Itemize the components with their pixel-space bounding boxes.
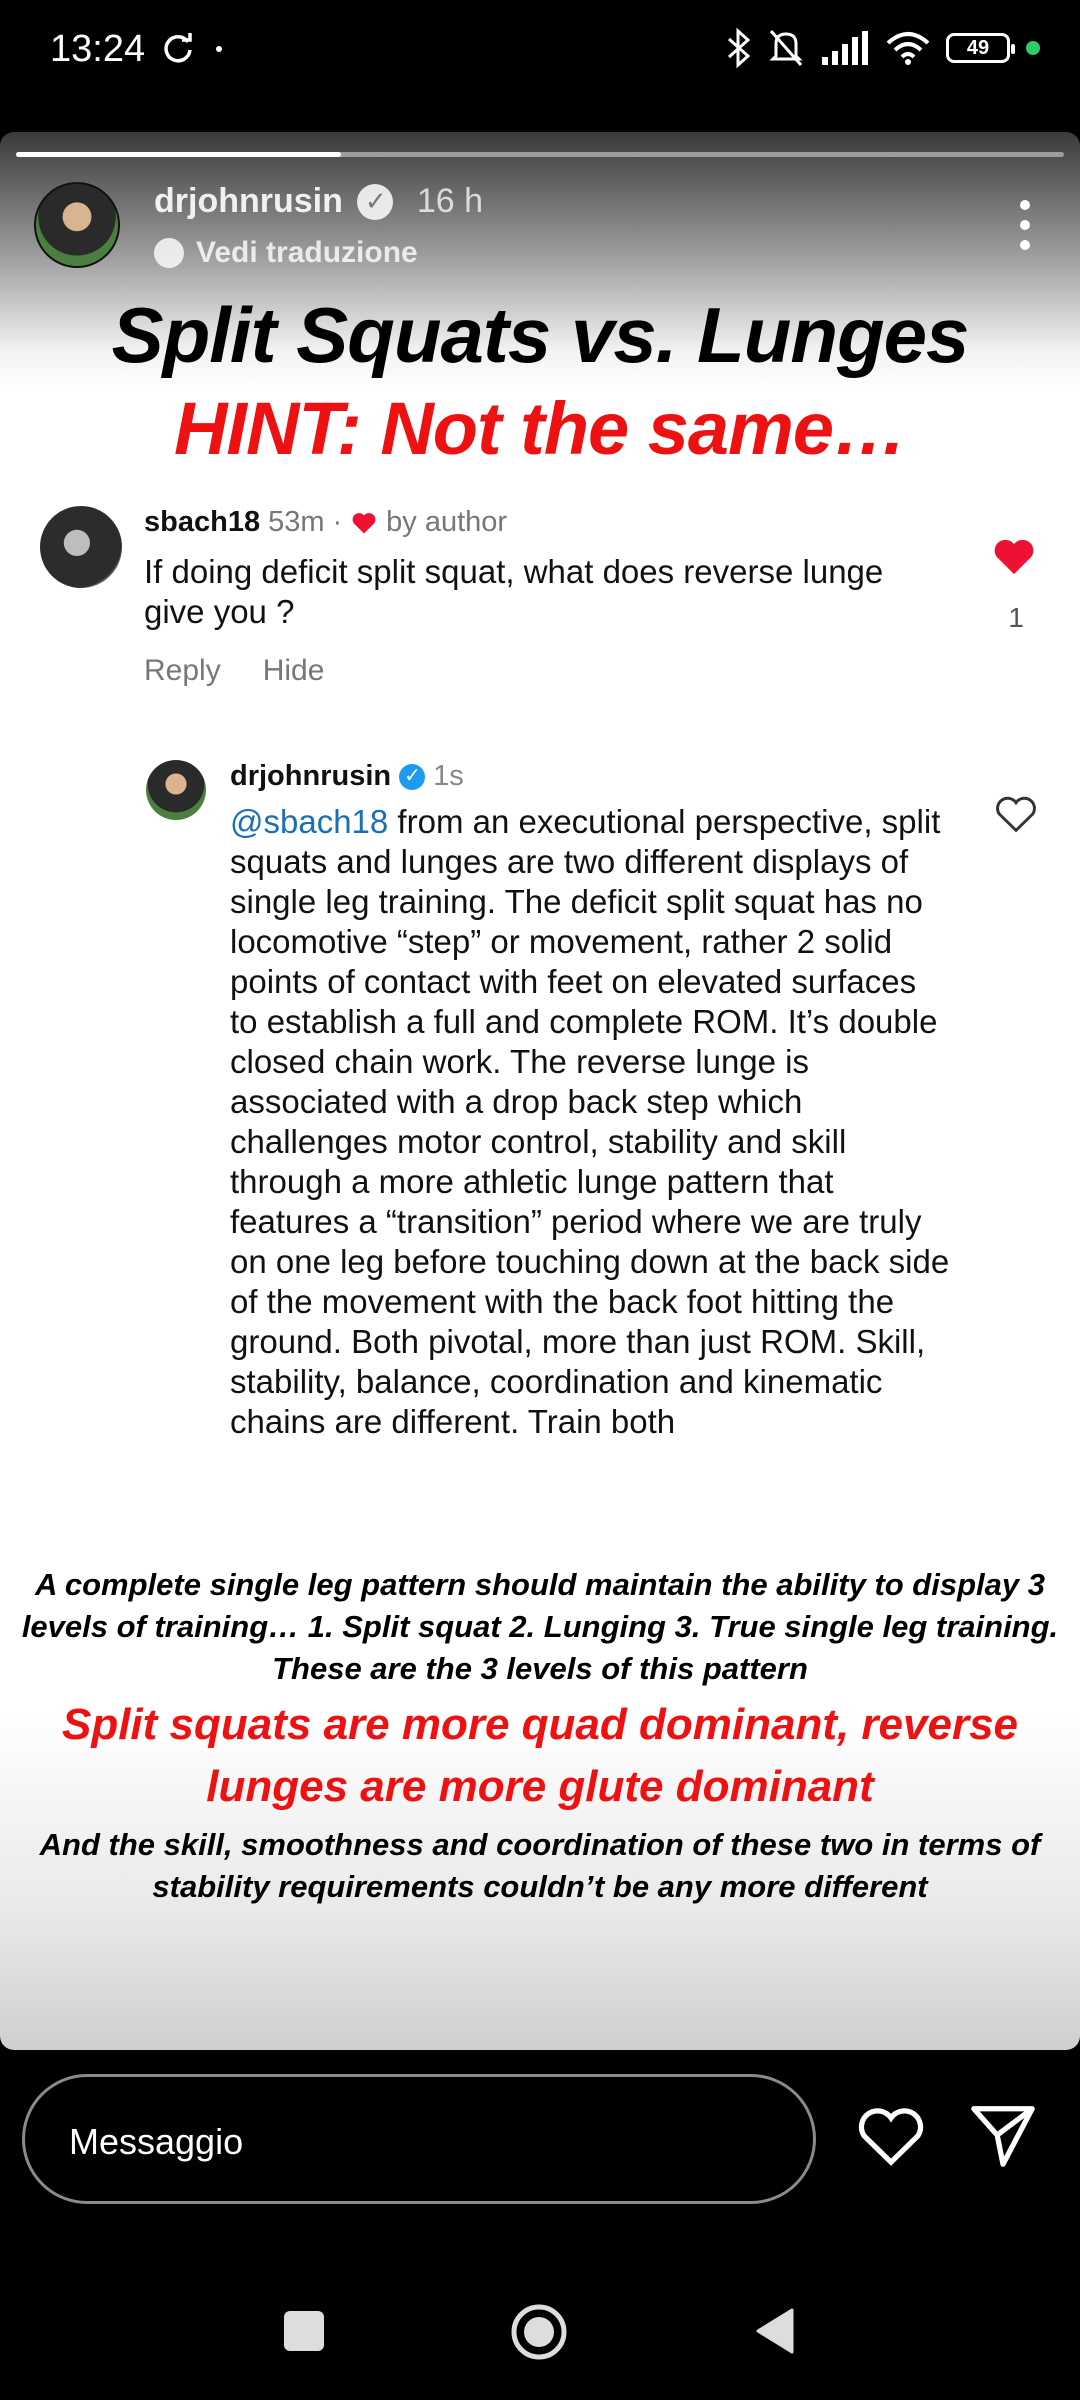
- bluetooth-icon: [727, 28, 751, 68]
- story-caption-levels: A complete single leg pattern should mai…: [21, 1567, 1059, 1686]
- liked-by-author-heart-icon: [352, 512, 376, 533]
- story-progress-fill: [16, 152, 341, 157]
- notification-dot: [216, 46, 222, 52]
- recent-apps-button[interactable]: [284, 2311, 324, 2351]
- story-progress-bar: [16, 152, 1064, 157]
- reply-text: @sbach18 from an executional perspective…: [230, 802, 950, 1442]
- story-card[interactable]: drjohnrusin 16 h Vedi traduzione Split S…: [0, 132, 1080, 2050]
- translate-icon: [154, 238, 184, 268]
- comment-text: If doing deficit split squat, what does …: [144, 553, 884, 630]
- reply-meta: drjohnrusin 1s: [230, 760, 464, 793]
- see-translation-button[interactable]: Vedi traduzione: [154, 236, 418, 270]
- status-time: 13:24: [50, 28, 146, 70]
- bell-muted-icon: [769, 30, 803, 66]
- comment-meta: sbach18 53m · by author: [144, 506, 507, 539]
- reply-avatar[interactable]: [146, 760, 206, 820]
- wifi-icon: [886, 32, 930, 65]
- meta-separator: ·: [332, 506, 343, 538]
- reply-username[interactable]: drjohnrusin: [230, 760, 391, 793]
- verified-badge-icon: [399, 763, 426, 790]
- battery-level: 49: [966, 36, 990, 59]
- reply-time: 1s: [433, 760, 464, 792]
- story-author-username[interactable]: drjohnrusin: [154, 182, 343, 221]
- story-header: drjohnrusin 16 h: [154, 182, 483, 221]
- message-placeholder: Messaggio: [69, 2121, 244, 2162]
- story-caption-stability: And the skill, smoothness and coordinati…: [39, 1827, 1041, 1904]
- comment-actions: Reply Hide: [144, 654, 324, 688]
- liked-by-author-label: by author: [386, 506, 508, 538]
- reply-body: from an executional perspective, split s…: [230, 803, 950, 1440]
- story-time-ago: 16 h: [416, 182, 484, 220]
- comment-avatar[interactable]: [40, 506, 122, 588]
- status-icons: 49: [726, 26, 1040, 70]
- signal-icon: [822, 31, 868, 65]
- story-headline: Split Squats vs. Lunges: [111, 291, 970, 379]
- status-bar: 13:24 49: [0, 0, 1080, 100]
- story-author-avatar[interactable]: [34, 182, 120, 268]
- home-button[interactable]: [510, 2303, 568, 2361]
- story-subheadline: HINT: Not the same…: [173, 387, 907, 470]
- comment-time: 53m: [268, 506, 325, 538]
- story-caption-dominance: Split squats are more quad dominant, rev…: [61, 1700, 1019, 1811]
- see-translation-label: Vedi traduzione: [196, 236, 418, 269]
- reply-like-heart-icon[interactable]: [994, 794, 1038, 834]
- reply-mention-link[interactable]: @sbach18: [230, 803, 388, 840]
- sync-icon: [164, 33, 192, 63]
- send-icon[interactable]: [968, 2100, 1038, 2170]
- like-story-heart-icon[interactable]: [856, 2104, 926, 2168]
- privacy-indicator-dot: [1026, 41, 1040, 55]
- comment-like-count: 1: [1008, 602, 1024, 633]
- comment-like-heart-icon[interactable]: [992, 536, 1036, 576]
- reply-button[interactable]: Reply: [144, 654, 221, 688]
- back-button[interactable]: [752, 2306, 796, 2356]
- battery-icon: 49: [946, 33, 1015, 63]
- more-options-icon[interactable]: [1020, 200, 1030, 250]
- hide-button[interactable]: Hide: [263, 654, 325, 688]
- message-input[interactable]: Messaggio: [22, 2074, 816, 2204]
- comment-username[interactable]: sbach18: [144, 506, 260, 539]
- verified-badge-icon: [356, 183, 393, 220]
